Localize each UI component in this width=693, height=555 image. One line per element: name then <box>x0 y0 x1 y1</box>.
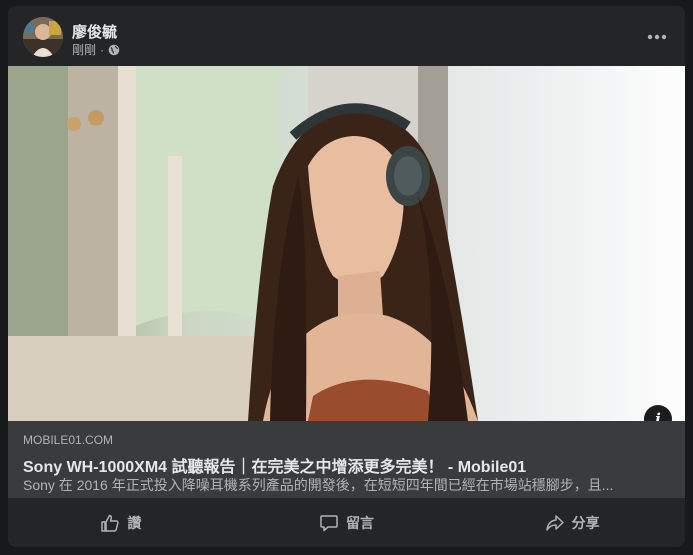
post-timestamp[interactable]: 剛剛 <box>72 41 96 58</box>
comment-icon <box>320 514 338 531</box>
more-options-button[interactable] <box>639 19 675 55</box>
link-preview-info[interactable]: MOBILE01.COM Sony WH-1000XM4 試聽報告｜在完美之中增… <box>8 421 685 498</box>
like-label: 讚 <box>127 514 142 531</box>
avatar-image <box>23 17 63 57</box>
more-options-icon <box>647 34 667 40</box>
comment-label: 留言 <box>346 514 374 531</box>
share-icon <box>545 514 564 531</box>
globe-icon[interactable] <box>108 44 120 56</box>
post-actions: 讚 留言 分享 <box>8 498 685 547</box>
post-header: 廖俊毓 剛剛 · <box>8 6 685 66</box>
info-icon: i <box>655 410 661 421</box>
share-button[interactable]: 分享 <box>459 498 685 547</box>
thumbs-up-icon <box>101 514 119 532</box>
like-button[interactable]: 讚 <box>8 498 234 547</box>
link-domain: MOBILE01.COM <box>23 433 114 447</box>
author-name[interactable]: 廖俊毓 <box>72 21 117 42</box>
share-label: 分享 <box>571 514 600 531</box>
comment-button[interactable]: 留言 <box>234 498 460 547</box>
link-description: Sony 在 2016 年正式投入降噪耳機系列產品的開發後，在短短四年間已經在市… <box>23 477 614 493</box>
link-title[interactable]: Sony WH-1000XM4 試聽報告｜在完美之中增添更多完美！ - Mobi… <box>23 453 526 477</box>
post-meta: 剛剛 · <box>72 41 120 58</box>
avatar[interactable] <box>23 17 63 57</box>
post-card: 廖俊毓 剛剛 · i MOBILE01.COM Sony WH-1000XM4 … <box>8 6 685 547</box>
meta-separator: · <box>100 42 105 57</box>
link-preview-image[interactable]: i <box>8 66 685 421</box>
